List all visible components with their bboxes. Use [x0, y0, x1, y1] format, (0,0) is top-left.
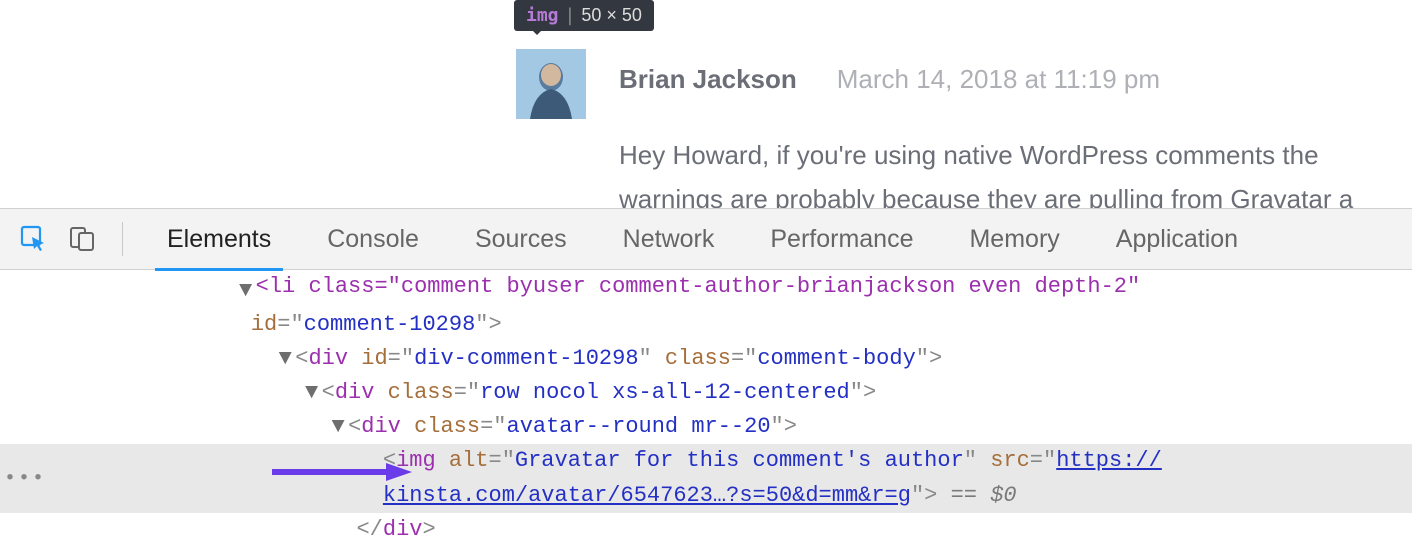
devtools-tabs: Elements Console Sources Network Perform…	[163, 209, 1242, 270]
ellipsis-icon[interactable]: •••	[4, 463, 46, 494]
dom-line-div2[interactable]: ▼<div class="row nocol xs-all-12-centere…	[0, 376, 1412, 410]
src-link[interactable]: https://	[1056, 448, 1162, 473]
dom-line-close[interactable]: </div>	[0, 513, 1412, 547]
toolbar-divider	[122, 222, 123, 256]
devtools-toolbar: Elements Console Sources Network Perform…	[0, 208, 1412, 270]
dom-line-selected[interactable]: ••• <img alt="Gravatar for this comment'…	[0, 444, 1412, 512]
element-tooltip: img | 50 × 50	[514, 0, 654, 31]
disclosure-icon[interactable]: ▼	[330, 410, 346, 444]
avatar-image[interactable]	[516, 49, 586, 119]
tooltip-dimensions: 50 × 50	[581, 5, 642, 26]
tab-console[interactable]: Console	[323, 209, 423, 270]
disclosure-icon[interactable]: ▼	[238, 274, 254, 308]
tab-elements[interactable]: Elements	[163, 209, 275, 270]
annotation-arrow-icon	[272, 460, 412, 480]
dom-line-div1[interactable]: ▼<div id="div-comment-10298" class="comm…	[0, 342, 1412, 376]
tooltip-tag: img	[526, 5, 559, 26]
device-toggle-icon[interactable]	[62, 219, 102, 259]
dom-tree[interactable]: ▼<li class="comment byuser comment-autho…	[0, 270, 1412, 547]
disclosure-icon[interactable]: ▼	[277, 342, 293, 376]
selected-marker: == $0	[937, 483, 1016, 508]
dom-line-id[interactable]: id="comment-10298">	[0, 308, 1412, 342]
tab-application[interactable]: Application	[1112, 209, 1242, 270]
tab-performance[interactable]: Performance	[766, 209, 917, 270]
dom-line-div3[interactable]: ▼<div class="avatar--round mr--20">	[0, 410, 1412, 444]
src-link[interactable]: kinsta.com/avatar/6547623…?s=50&d=mm&r=g	[383, 483, 911, 508]
comment-meta: Brian Jackson March 14, 2018 at 11:19 pm	[619, 64, 1160, 95]
tab-memory[interactable]: Memory	[965, 209, 1063, 270]
page-content: img | 50 × 50 Brian Jackson March 14, 20…	[0, 0, 1412, 208]
inspect-element-icon[interactable]	[14, 219, 54, 259]
tab-sources[interactable]: Sources	[471, 209, 571, 270]
clipped-text: <li class="comment byuser comment-author…	[256, 274, 1141, 299]
tooltip-separator: |	[565, 5, 576, 26]
comment-body: Hey Howard, if you're using native WordP…	[619, 133, 1412, 208]
author-name[interactable]: Brian Jackson	[619, 64, 797, 95]
comment-date[interactable]: March 14, 2018 at 11:19 pm	[837, 64, 1160, 95]
dom-line-clipped[interactable]: ▼<li class="comment byuser comment-autho…	[0, 274, 1412, 308]
disclosure-icon[interactable]: ▼	[304, 376, 320, 410]
tab-network[interactable]: Network	[619, 209, 719, 270]
